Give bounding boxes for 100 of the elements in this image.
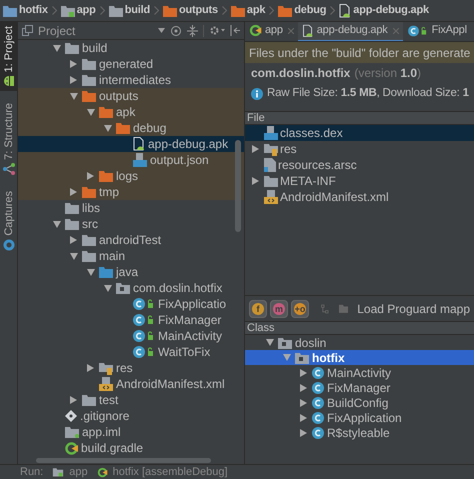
tree-row[interactable]: java (18, 264, 244, 280)
load-mapping-button[interactable]: Load Proguard mapp (357, 300, 470, 318)
tree-row[interactable]: logs (18, 168, 244, 184)
expanded-arrow-icon[interactable] (266, 339, 274, 346)
collapsed-arrow-icon[interactable] (300, 384, 307, 392)
tool-window-tab[interactable]: 7: Structure (0, 99, 18, 180)
tree-row[interactable]: build.gradle (18, 440, 244, 456)
breadcrumb-item[interactable]: app (76, 2, 96, 19)
tree-row[interactable]: test (18, 392, 244, 408)
expanded-arrow-icon[interactable] (52, 220, 60, 228)
tree-row[interactable]: app-debug.apk (18, 136, 244, 152)
collapsed-arrow-icon[interactable] (87, 172, 94, 180)
tree-row[interactable]: AndroidManifest.xml (18, 376, 244, 392)
file-row[interactable]: AndroidManifest.xml (245, 189, 474, 205)
module-file-icon (65, 426, 79, 438)
collapsed-arrow-icon[interactable] (252, 145, 259, 153)
tree-row[interactable]: main (18, 248, 244, 264)
collapsed-arrow-icon[interactable] (300, 398, 307, 406)
tree-row[interactable]: MainActivity (18, 328, 244, 344)
tree-row[interactable]: MainActivity (245, 365, 474, 380)
tree-item-label: test (99, 392, 118, 409)
tree-row[interactable]: build (18, 40, 244, 56)
file-name: classes.dex (280, 125, 343, 142)
editor-tab[interactable]: app-debug.apk (298, 22, 403, 41)
tree-row[interactable]: FixManager (18, 312, 244, 328)
editor-tab[interactable]: FixAppl (402, 22, 471, 41)
manifest-file-icon (99, 377, 113, 391)
file-row[interactable]: classes.dex (245, 125, 474, 141)
tree-row[interactable]: res (18, 360, 244, 376)
tree-item-label: output.json (150, 152, 209, 169)
collapsed-arrow-icon[interactable] (70, 188, 77, 196)
tree-row[interactable]: .gitignore (18, 408, 244, 424)
tree-row[interactable]: debug (18, 120, 244, 136)
settings-icon[interactable] (209, 25, 225, 36)
collapsed-arrow-icon[interactable] (70, 60, 77, 68)
filter-toggle[interactable]: +o (291, 300, 309, 318)
file-row[interactable]: res (245, 141, 474, 157)
breadcrumb-item[interactable]: app-debug.apk (353, 2, 429, 19)
collapsed-arrow-icon[interactable] (87, 364, 94, 372)
tree-row[interactable]: generated (18, 56, 244, 72)
expanded-arrow-icon[interactable] (104, 124, 112, 132)
expanded-arrow-icon[interactable] (52, 44, 60, 52)
scrollbar[interactable] (36, 458, 211, 463)
tree-row[interactable]: BuildConfig (245, 395, 474, 410)
tree-row[interactable]: doslin (245, 335, 474, 350)
scrollbar[interactable] (235, 140, 241, 232)
tree-item-label: FixManager (327, 380, 390, 396)
tree-row[interactable]: apk (18, 104, 244, 120)
tool-window-tab[interactable]: Captures (0, 187, 18, 255)
tree-row[interactable]: src (18, 216, 244, 232)
tree-row[interactable]: androidTest (18, 232, 244, 248)
folder-icon (99, 106, 113, 118)
expanded-arrow-icon[interactable] (70, 92, 78, 100)
collapsed-arrow-icon[interactable] (70, 236, 77, 244)
breadcrumb-item[interactable]: apk (246, 2, 266, 19)
tree-row[interactable]: outputs (18, 88, 244, 104)
file-name: META-INF (280, 173, 336, 190)
filter-toggle[interactable]: f (249, 300, 267, 318)
file-row[interactable]: resources.arsc (245, 157, 474, 173)
tree-row[interactable]: FixManager (245, 380, 474, 395)
gradle-icon (250, 24, 262, 36)
expanded-arrow-icon[interactable] (86, 268, 94, 276)
breadcrumb-item[interactable]: outputs (179, 2, 218, 19)
breadcrumb-item[interactable]: debug (294, 2, 326, 19)
tree-row[interactable]: libs (18, 200, 244, 216)
folder-icon (82, 186, 96, 198)
file-row[interactable]: META-INF (245, 173, 474, 189)
tree-row[interactable]: FixApplication (245, 410, 474, 425)
tree-row[interactable]: FixApplicatio (18, 296, 244, 312)
target-icon[interactable] (170, 24, 182, 36)
breadcrumb-item[interactable]: hotfix (19, 2, 48, 19)
tree-row[interactable]: output.json (18, 152, 244, 168)
tool-window-tab[interactable]: 1: Project (0, 22, 18, 92)
tree-row[interactable]: com.doslin.hotfix (18, 280, 244, 296)
breadcrumb-item[interactable]: build (124, 2, 150, 19)
expanded-arrow-icon[interactable] (70, 252, 78, 260)
editor-tab[interactable]: app (245, 22, 298, 41)
run-tab[interactable]: app (51, 465, 88, 479)
tree-row[interactable]: WaitToFix (18, 344, 244, 360)
collapsed-arrow-icon[interactable] (70, 396, 77, 404)
collapsed-arrow-icon[interactable] (70, 76, 77, 84)
tree-row[interactable]: tmp (18, 184, 244, 200)
collapsed-arrow-icon[interactable] (252, 177, 259, 185)
caret-icon[interactable] (158, 28, 165, 33)
notification-banner: Files under the "build" folder are generate (245, 42, 474, 63)
tree-row[interactable]: hotfix (245, 350, 474, 365)
expanded-arrow-icon[interactable] (104, 284, 112, 292)
tree-row[interactable]: R$styleable (245, 425, 474, 440)
tree-row[interactable]: app.iml (18, 424, 244, 440)
collapsed-arrow-icon[interactable] (300, 414, 307, 422)
tree-row[interactable]: intermediates (18, 72, 244, 88)
class-icon (133, 330, 155, 342)
panel-title[interactable]: Project (38, 22, 76, 40)
collapse-icon[interactable] (187, 24, 198, 36)
collapsed-arrow-icon[interactable] (300, 368, 307, 376)
run-tab[interactable]: hotfix [assembleDebug] (96, 465, 228, 479)
expanded-arrow-icon[interactable] (86, 108, 94, 116)
collapsed-arrow-icon[interactable] (300, 428, 307, 436)
class-icon (312, 382, 324, 394)
hide-icon[interactable] (230, 25, 240, 36)
